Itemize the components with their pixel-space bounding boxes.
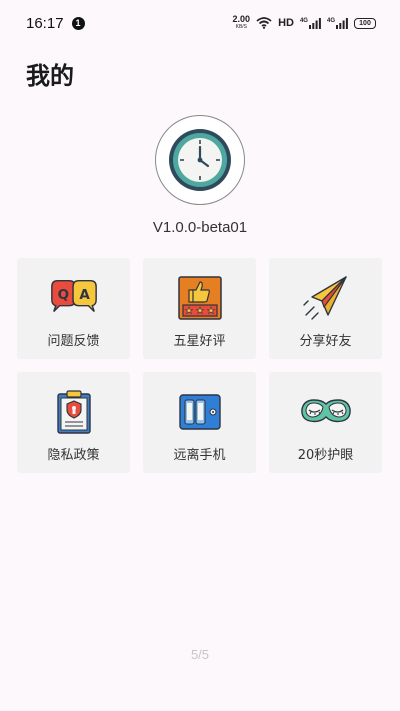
tile-label: 问题反馈 xyxy=(47,334,100,349)
tile-label: 20秒护眼 xyxy=(297,448,354,463)
app-version: V1.0.0-beta01 xyxy=(152,219,248,236)
page-title: 我的 xyxy=(26,62,74,90)
wifi-icon xyxy=(256,17,272,29)
eye-care-tile[interactable]: 20秒护眼 xyxy=(269,372,382,473)
share-tile[interactable]: 分享好友 xyxy=(269,258,382,359)
svg-text:A: A xyxy=(79,287,90,303)
network-speed-unit: KB/S xyxy=(235,24,248,30)
signal-2: 4G xyxy=(326,17,348,29)
battery-icon: 100 xyxy=(354,17,376,29)
hd-indicator: HD xyxy=(278,17,294,29)
qa-bubbles-icon: Q A xyxy=(48,275,100,321)
signal-2-label: 4G xyxy=(326,17,335,24)
signal-1-label: 4G xyxy=(299,17,308,24)
status-time: 16:17 xyxy=(26,14,64,32)
svg-text:Q: Q xyxy=(57,287,68,303)
tile-label: 隐私政策 xyxy=(47,448,100,463)
tile-label: 远离手机 xyxy=(173,448,226,463)
notification-badge: 1 xyxy=(71,16,85,30)
phone-locker-icon xyxy=(174,389,226,435)
menu-grid: Q A 问题反馈 五星好评 分享好友 隐私政策 远离手机 20秒护眼 xyxy=(17,258,383,473)
app-logo xyxy=(155,115,245,205)
network-speed: 2.00 KB/S xyxy=(233,15,251,31)
page-indicator: 5/5 xyxy=(190,647,210,662)
tile-label: 分享好友 xyxy=(299,334,352,349)
status-left: 16:17 1 xyxy=(26,15,85,32)
eye-mask-icon xyxy=(300,389,352,435)
clock-icon xyxy=(169,129,231,191)
thumbs-up-stars-icon xyxy=(174,275,226,321)
signal-2-bars-icon xyxy=(336,17,348,29)
tile-label: 五星好评 xyxy=(173,334,226,349)
away-from-phone-tile[interactable]: 远离手机 xyxy=(143,372,256,473)
privacy-tile[interactable]: 隐私政策 xyxy=(17,372,130,473)
signal-1: 4G xyxy=(299,17,321,29)
status-right: 2.00 KB/S HD 4G 4G 100 xyxy=(233,15,376,31)
network-speed-value: 2.00 xyxy=(232,14,251,24)
status-bar: 16:17 1 2.00 KB/S HD 4G 4G 100 xyxy=(0,0,400,46)
rating-tile[interactable]: 五星好评 xyxy=(143,258,256,359)
feedback-tile[interactable]: Q A 问题反馈 xyxy=(17,258,130,359)
privacy-document-icon xyxy=(48,389,100,435)
paper-plane-icon xyxy=(300,275,352,321)
signal-1-bars-icon xyxy=(308,17,321,29)
